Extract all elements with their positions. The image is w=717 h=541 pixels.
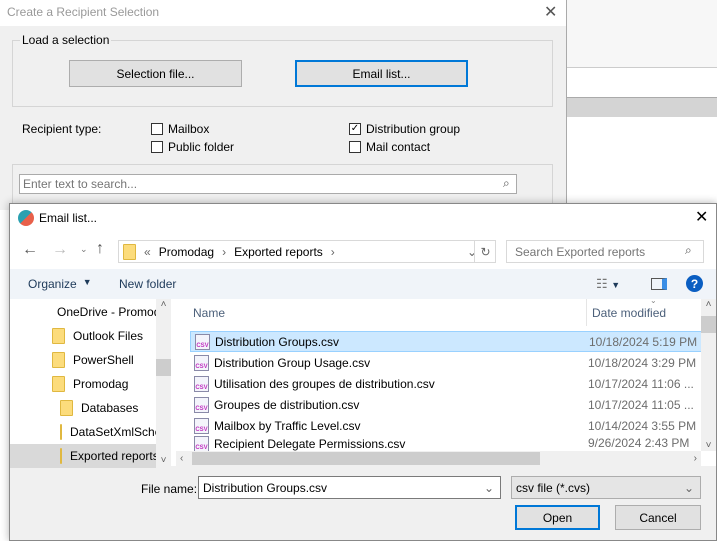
open-button[interactable]: Open	[515, 505, 600, 530]
file-type-value: csv file (*.cvs)	[516, 480, 591, 495]
folder-icon	[60, 448, 62, 464]
organize-label: Organize	[28, 277, 77, 291]
file-row[interactable]: CSV Mailbox by Traffic Level.csv 10/14/202…	[190, 415, 702, 436]
load-selection-label: Load a selection	[20, 33, 112, 47]
folder-icon	[123, 243, 136, 260]
tree-label: Databases	[81, 401, 139, 415]
search-icon: ⌕	[685, 243, 692, 257]
file-name: Recipient Delegate Permissions.csv	[214, 437, 406, 451]
email-list-file-dialog: Email list... ✕ ← → ⌄ ↑ « Promodag › Exp…	[9, 203, 717, 541]
dropdown-arrow-icon: ▼	[82, 277, 92, 287]
file-date: 10/14/2024 3:55 PM	[588, 418, 697, 433]
tree-label: Exported reports	[70, 449, 156, 463]
file-list-vertical-scrollbar[interactable]: ˄ ˅	[701, 299, 716, 451]
column-header-date-modified[interactable]: Date modified	[592, 306, 666, 320]
file-name: Groupes de distribution.csv	[214, 397, 360, 412]
breadcrumb-exported-reports[interactable]: Exported reports	[234, 245, 323, 259]
tree-item-outlook-files[interactable]: Outlook Files	[52, 324, 156, 348]
file-row[interactable]: CSV Recipient Delegate Permissions.csv 9/2…	[190, 436, 702, 451]
checkbox-label: Mail contact	[366, 140, 431, 154]
cancel-button[interactable]: Cancel	[615, 505, 701, 530]
dialog-title: Create a Recipient Selection	[7, 5, 160, 19]
file-row[interactable]: CSV Distribution Group Usage.csv 10/18/202…	[190, 352, 702, 373]
mail-contact-checkbox[interactable]: Mail contact	[349, 140, 430, 154]
folder-icon	[60, 424, 62, 440]
address-bar[interactable]: « Promodag › Exported reports › ⌄ ↻	[118, 240, 496, 263]
sort-indicator-icon: ⌄	[650, 296, 657, 305]
tree-label: DataSetXmlSchemas	[70, 425, 156, 439]
file-name: Mailbox by Traffic Level.csv	[214, 418, 361, 433]
folder-icon	[52, 376, 65, 392]
file-list-horizontal-scrollbar[interactable]: ‹ ›	[176, 451, 701, 466]
close-icon[interactable]: ✕	[544, 2, 557, 22]
public-folder-checkbox[interactable]: Public folder	[151, 140, 234, 154]
csv-file-icon: CSV	[194, 396, 209, 413]
folder-icon	[52, 352, 65, 368]
tree-item-databases[interactable]: Databases	[60, 396, 156, 420]
file-row[interactable]: CSV Utilisation des groupes de distributi…	[190, 373, 702, 394]
checkbox-label: Mailbox	[168, 122, 210, 136]
preview-pane-icon[interactable]	[651, 278, 667, 290]
file-row[interactable]: CSV Distribution Groups.csv 10/18/2024 5:1…	[190, 331, 702, 352]
folder-icon	[52, 328, 65, 344]
csv-file-icon: CSV	[195, 333, 210, 350]
tree-label: Promodag	[73, 377, 129, 391]
close-icon[interactable]: ✕	[695, 207, 708, 227]
file-name: Distribution Group Usage.csv	[214, 355, 371, 370]
tree-label: PowerShell	[73, 353, 134, 367]
view-options-icon[interactable]: ☷ ▼	[596, 276, 620, 292]
recipient-selection-dialog: Create a Recipient Selection ✕ Load a se…	[0, 0, 567, 214]
file-name: Distribution Groups.csv	[215, 334, 340, 349]
csv-file-icon: CSV	[194, 436, 209, 451]
refresh-icon[interactable]: ↻	[474, 241, 496, 262]
dialog-title: Email list...	[39, 211, 98, 225]
search-icon: ⌕	[503, 176, 510, 190]
file-name-input[interactable]: Distribution Groups.csv ⌄	[198, 476, 501, 499]
folder-icon	[60, 400, 73, 416]
selection-file-button[interactable]: Selection file...	[69, 60, 242, 87]
tree-item-powershell[interactable]: PowerShell	[52, 348, 156, 372]
file-date: 10/17/2024 11:05 ...	[588, 397, 694, 412]
search-input[interactable]	[19, 174, 517, 194]
csv-file-icon: CSV	[194, 417, 209, 434]
tree-item-exported-reports[interactable]: Exported reports	[10, 444, 156, 468]
new-folder-button[interactable]: New folder	[119, 277, 176, 291]
tree-label: Outlook Files	[73, 329, 144, 343]
file-name-value: Distribution Groups.csv	[203, 480, 328, 495]
up-arrow-icon[interactable]: ↑	[96, 240, 104, 258]
file-row[interactable]: CSV Groupes de distribution.csv 10/17/2024…	[190, 394, 702, 415]
file-date: 10/17/2024 11:06 ...	[588, 376, 694, 391]
breadcrumb-promodag[interactable]: Promodag	[159, 245, 214, 259]
recipient-type-label: Recipient type:	[22, 122, 102, 136]
csv-file-icon: CSV	[194, 375, 209, 392]
mailbox-checkbox[interactable]: Mailbox	[151, 122, 209, 136]
file-date: 10/18/2024 3:29 PM	[588, 355, 697, 370]
checkbox-label: Public folder	[168, 140, 235, 154]
help-icon[interactable]: ?	[686, 275, 703, 292]
tree-item-datasetxmlschemas[interactable]: DataSetXmlSchemas	[60, 420, 156, 444]
chevron-down-icon: ⌄	[683, 480, 694, 495]
chevron-down-icon[interactable]: ⌄	[484, 481, 494, 495]
checkbox-label: Distribution group	[366, 122, 461, 136]
forward-arrow-icon[interactable]: →	[52, 241, 68, 259]
tree-label: OneDrive - Promodag	[57, 305, 156, 319]
tree-item-promodag[interactable]: Promodag	[52, 372, 156, 396]
tree-item-onedrive[interactable]: OneDrive - Promodag	[49, 300, 156, 324]
file-type-select[interactable]: csv file (*.cvs) ⌄	[511, 476, 701, 499]
csv-file-icon: CSV	[194, 354, 209, 371]
file-date: 9/26/2024 2:43 PM	[588, 436, 690, 450]
email-list-button[interactable]: Email list...	[295, 60, 468, 87]
file-name: Utilisation des groupes de distribution.…	[214, 376, 435, 391]
back-arrow-icon[interactable]: ←	[22, 241, 38, 259]
distribution-group-checkbox[interactable]: ✓ Distribution group	[349, 122, 460, 136]
tree-scrollbar[interactable]: ˄ ˅	[156, 299, 171, 466]
app-icon	[18, 210, 34, 226]
check-icon: ✓	[349, 123, 361, 135]
organize-menu[interactable]: Organize ▼	[28, 277, 92, 291]
recent-dropdown-icon[interactable]: ⌄	[80, 244, 88, 255]
column-header-name[interactable]: Name	[193, 306, 225, 320]
file-date: 10/18/2024 5:19 PM	[589, 334, 698, 349]
search-input[interactable]	[506, 240, 704, 263]
file-name-label: File name:	[141, 482, 198, 496]
